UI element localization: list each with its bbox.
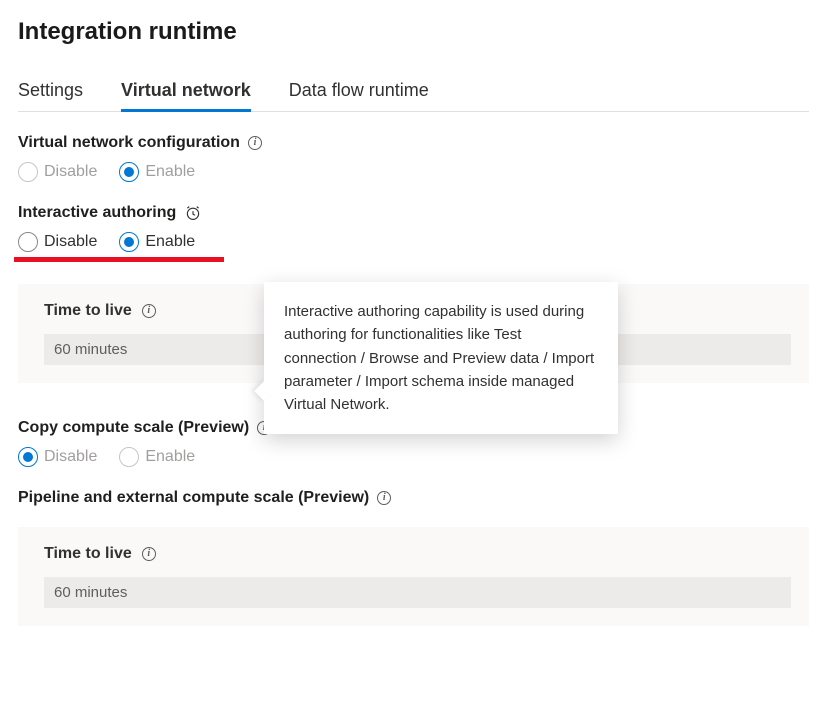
pipeline-compute-scale-label: Pipeline and external compute scale (Pre… <box>18 489 809 507</box>
pipeline-time-to-live-card: Time to live i 60 minutes <box>18 527 809 626</box>
info-icon[interactable]: i <box>142 304 156 318</box>
alarm-clock-icon <box>184 204 202 222</box>
vnet-enable-radio[interactable]: Enable <box>119 162 195 182</box>
copy-scale-disable-label: Disable <box>44 448 97 466</box>
vnet-disable-radio[interactable]: Disable <box>18 162 97 182</box>
tab-settings[interactable]: Settings <box>18 74 83 111</box>
copy-scale-enable-label: Enable <box>145 448 195 466</box>
interactive-enable-radio[interactable]: Enable <box>119 232 195 252</box>
info-icon[interactable]: i <box>248 136 262 150</box>
tab-data-flow-runtime[interactable]: Data flow runtime <box>289 74 429 111</box>
pipeline-time-to-live-label: Time to live <box>44 545 132 563</box>
interactive-enable-label: Enable <box>145 233 195 251</box>
time-to-live-label: Time to live <box>44 302 132 320</box>
page-title: Integration runtime <box>18 18 809 46</box>
interactive-authoring-label-text: Interactive authoring <box>18 204 176 222</box>
vnet-config-label: Virtual network configuration i <box>18 134 809 152</box>
copy-scale-disable-radio[interactable]: Disable <box>18 447 97 467</box>
pipeline-compute-scale-label-text: Pipeline and external compute scale (Pre… <box>18 489 369 507</box>
copy-compute-scale-label-text: Copy compute scale (Preview) <box>18 419 249 437</box>
vnet-enable-label: Enable <box>145 163 195 181</box>
vnet-config-label-text: Virtual network configuration <box>18 134 240 152</box>
copy-compute-scale-radio-group: Disable Enable <box>18 447 809 467</box>
interactive-authoring-tooltip: Interactive authoring capability is used… <box>264 282 618 434</box>
interactive-disable-label: Disable <box>44 233 97 251</box>
interactive-authoring-radio-group: Disable Enable <box>18 232 809 252</box>
pipeline-time-to-live-value[interactable]: 60 minutes <box>44 577 791 608</box>
interactive-authoring-label: Interactive authoring <box>18 204 809 222</box>
vnet-disable-label: Disable <box>44 163 97 181</box>
tab-virtual-network[interactable]: Virtual network <box>121 74 251 111</box>
vnet-config-radio-group: Disable Enable <box>18 162 809 182</box>
info-icon[interactable]: i <box>377 491 391 505</box>
copy-scale-enable-radio[interactable]: Enable <box>119 447 195 467</box>
interactive-disable-radio[interactable]: Disable <box>18 232 97 252</box>
info-icon[interactable]: i <box>142 547 156 561</box>
tab-bar: Settings Virtual network Data flow runti… <box>18 74 809 112</box>
highlight-underline <box>14 257 224 262</box>
